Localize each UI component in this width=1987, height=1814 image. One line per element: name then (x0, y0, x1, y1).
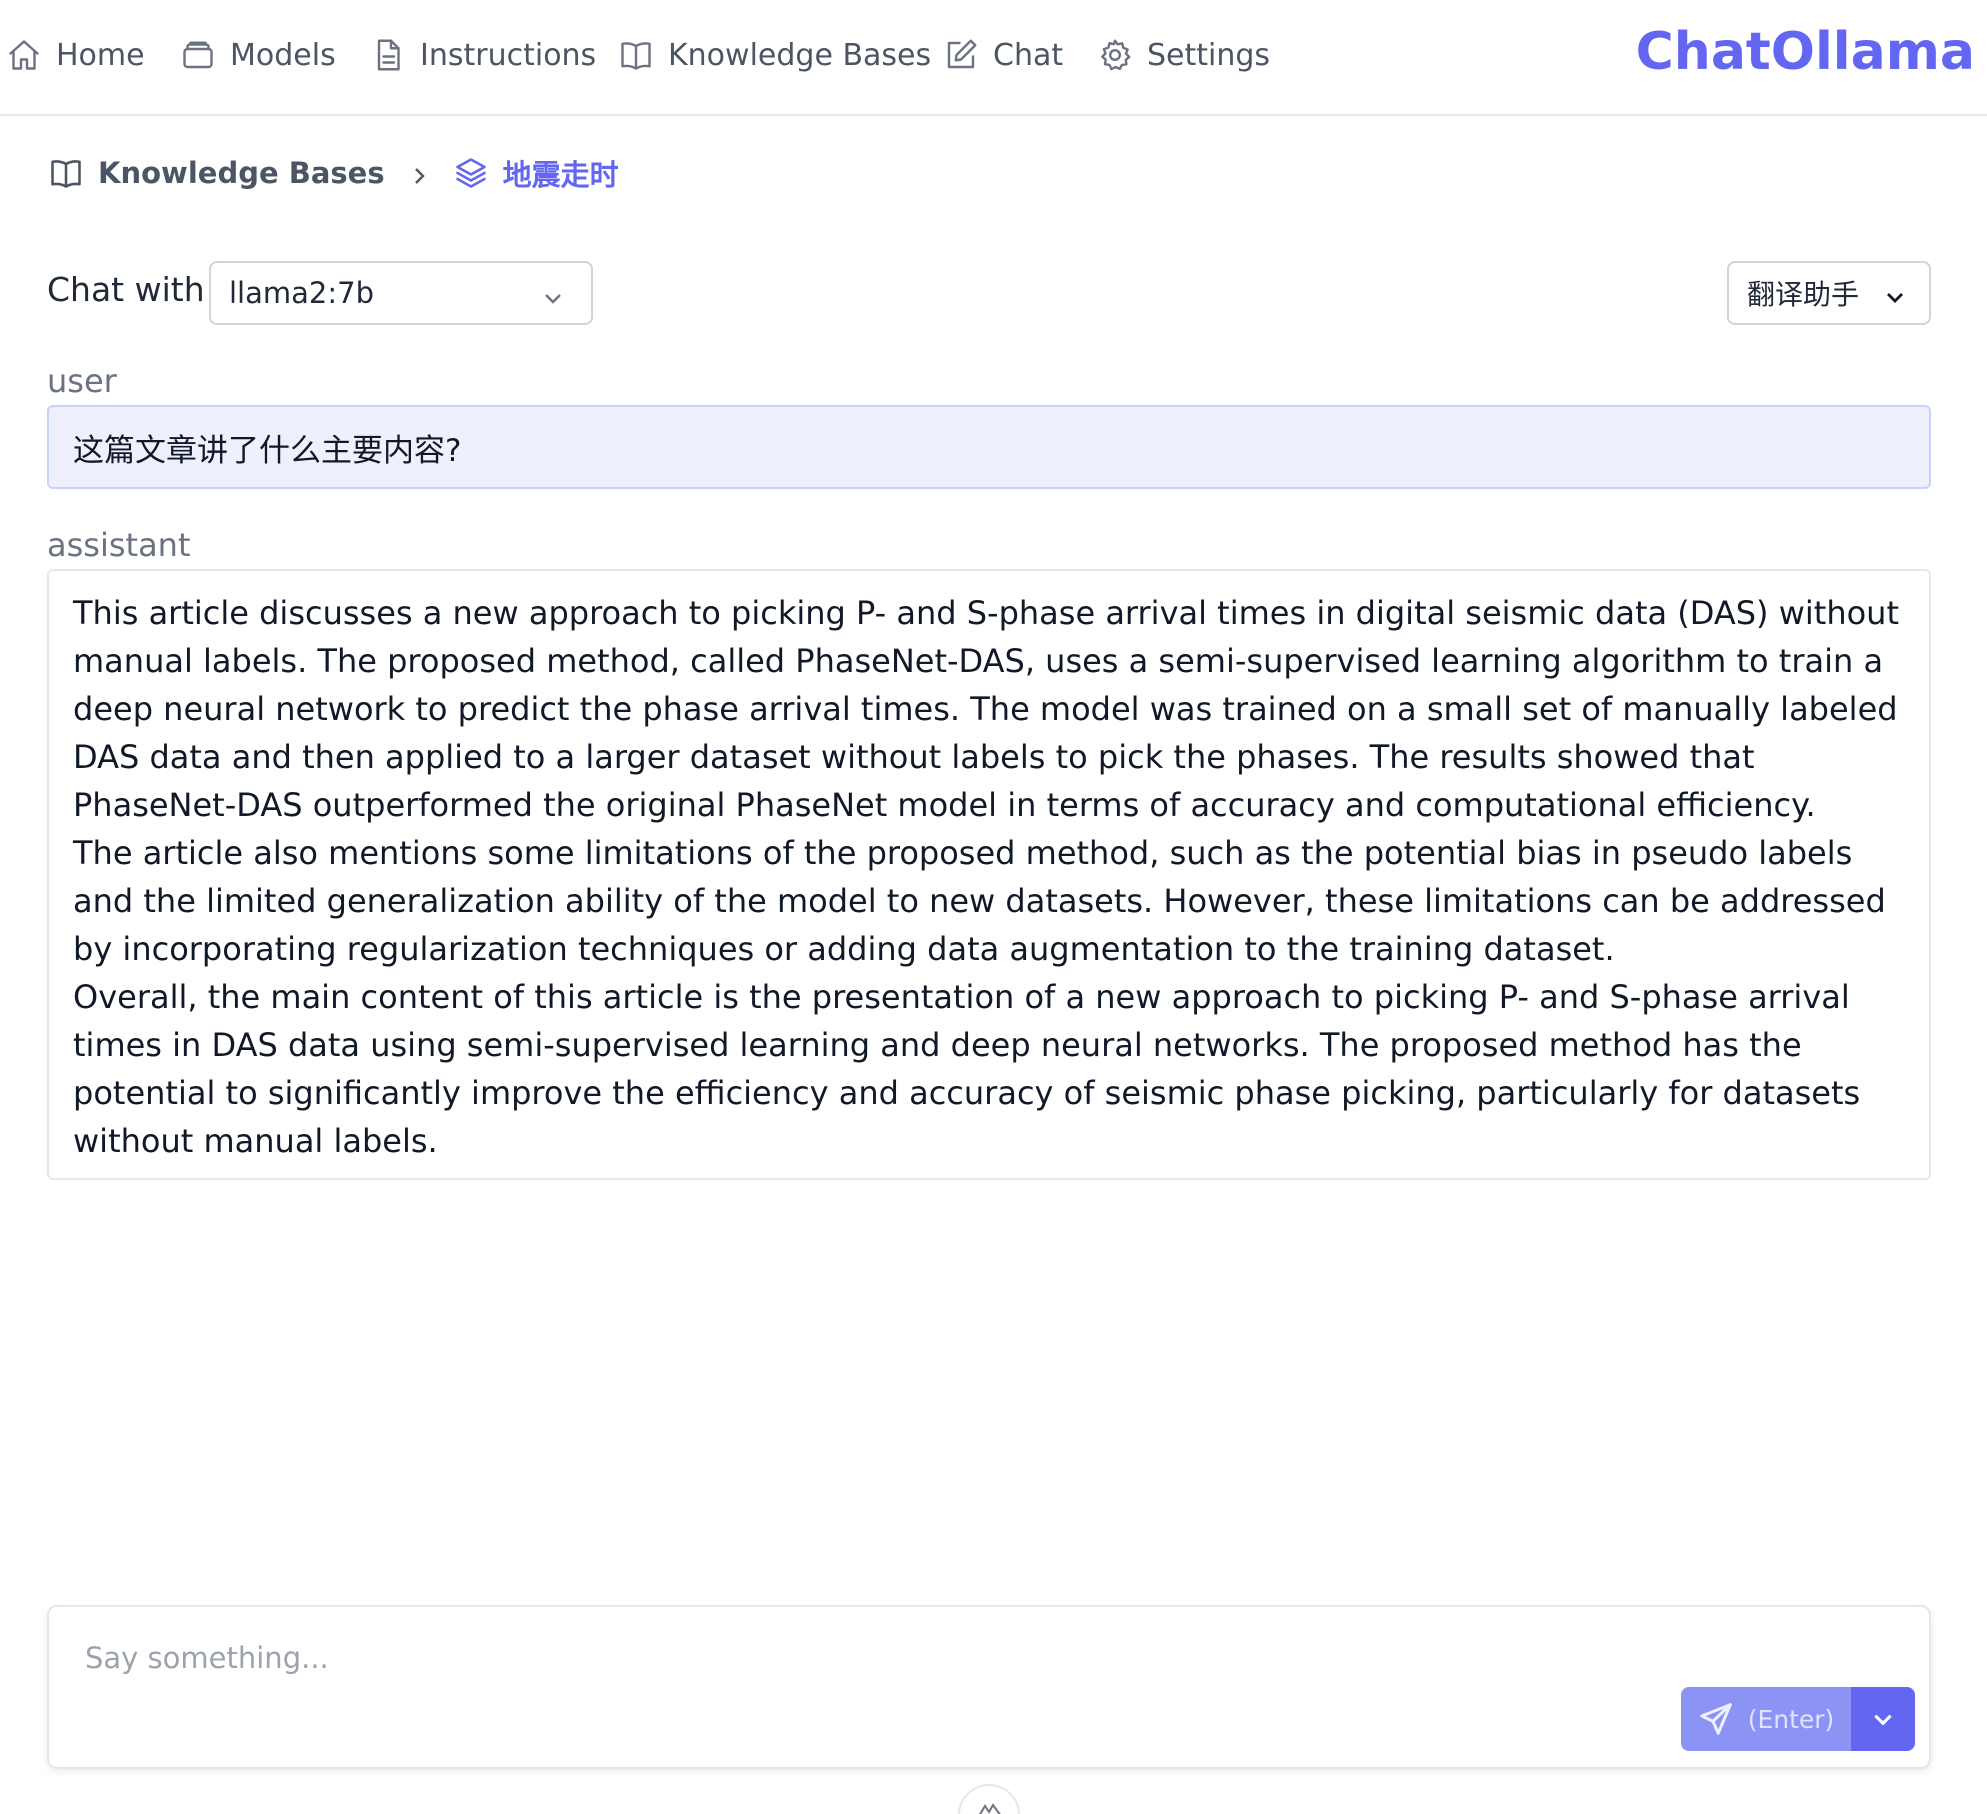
nav-item-settings[interactable]: Settings (1097, 32, 1270, 78)
breadcrumb-knowledge-bases[interactable]: Knowledge Bases (48, 155, 385, 191)
chat-input-box: (Enter) (47, 1605, 1931, 1769)
instruction-select-value: 翻译助手 (1747, 278, 1860, 311)
gear-icon (1101, 39, 1131, 71)
message-role-label: assistant (47, 526, 191, 564)
nav-item-knowledge-bases[interactable]: Knowledge Bases (618, 32, 931, 78)
document-icon (377, 39, 400, 71)
edit-icon (947, 39, 977, 69)
chat-with-label: Chat with (47, 270, 205, 309)
nav-item-label: Settings (1147, 37, 1271, 73)
book-icon (621, 42, 651, 70)
nav-item-instructions[interactable]: Instructions (370, 32, 596, 78)
nav-item-label: Models (230, 37, 336, 73)
send-button-label: (Enter) (1747, 1704, 1835, 1734)
breadcrumb: Knowledge Bases 地震走时 (48, 150, 619, 196)
assistant-paragraph: Overall, the main content of this articl… (73, 978, 1861, 1160)
chevron-right-icon (407, 161, 431, 185)
message-role-label: user (47, 362, 117, 400)
top-nav: Home Models Instructions Knowledge Bases… (0, 0, 1987, 116)
send-button[interactable]: (Enter) (1681, 1687, 1851, 1751)
nav-item-label: Knowledge Bases (668, 37, 932, 73)
nav-item-models[interactable]: Models (180, 32, 336, 78)
model-select-value: llama2:7b (229, 276, 374, 310)
model-select[interactable]: llama2:7b (209, 261, 593, 325)
breadcrumb-current: 地震走时 (453, 152, 619, 194)
user-message: 这篇文章讲了什么主要内容? (47, 405, 1931, 489)
assistant-paragraph: This article discusses a new approach to… (73, 594, 1899, 824)
breadcrumb-parent-label: Knowledge Bases (98, 156, 385, 190)
layers-icon (455, 158, 486, 188)
assistant-paragraph: The article also mentions some limitatio… (73, 834, 1886, 968)
chevron-down-icon (1874, 1714, 1892, 1726)
brand-logo[interactable]: ChatOllama (1636, 22, 1975, 82)
chat-input[interactable] (85, 1633, 1585, 1683)
breadcrumb-current-label: 地震走时 (502, 158, 619, 192)
assistant-message: This article discusses a new approach to… (47, 569, 1931, 1180)
send-options-button[interactable] (1851, 1687, 1915, 1751)
book-icon (51, 160, 81, 188)
send-icon (1699, 1703, 1732, 1735)
home-icon (9, 40, 39, 70)
scroll-handle[interactable] (958, 1784, 1020, 1814)
nav-item-chat[interactable]: Chat (943, 32, 1063, 78)
instruction-select[interactable]: 翻译助手 (1727, 261, 1931, 325)
models-icon (183, 41, 213, 69)
nav-item-label: Home (56, 37, 145, 73)
chevron-down-icon (541, 283, 565, 307)
chevron-down-icon (1883, 283, 1907, 316)
nav-item-label: Chat (993, 37, 1064, 73)
mountain-icon (979, 1803, 1001, 1814)
nav-item-home[interactable]: Home (6, 32, 145, 78)
nav-item-label: Instructions (420, 37, 597, 73)
